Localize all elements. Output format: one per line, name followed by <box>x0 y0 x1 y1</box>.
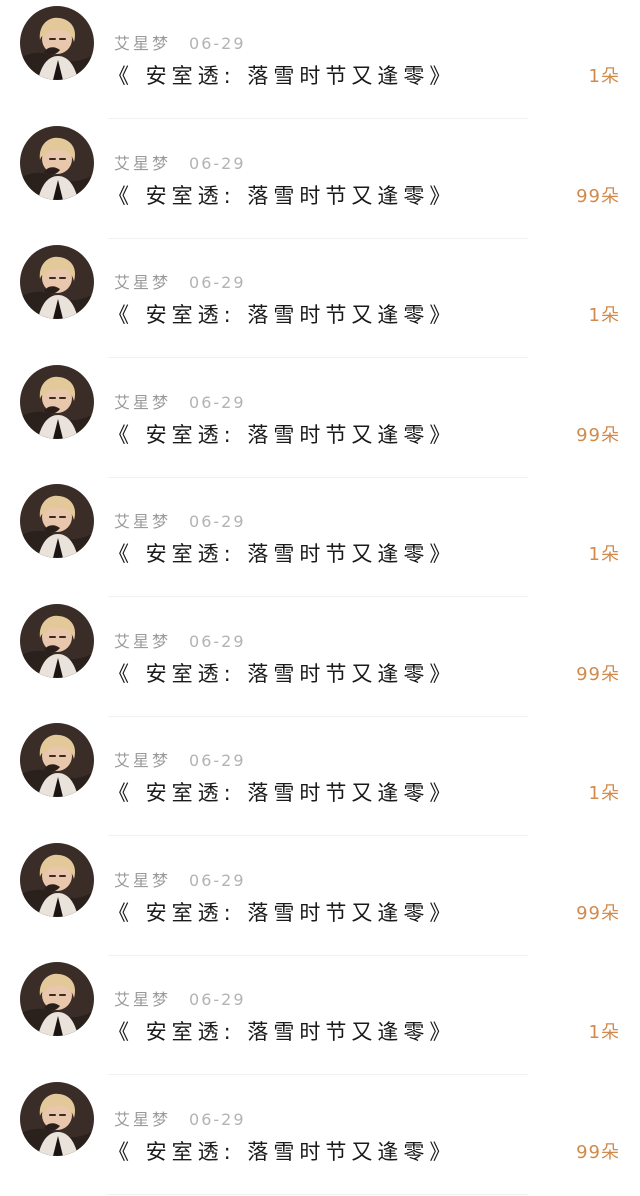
sender-name: 艾星梦 <box>114 751 172 770</box>
gift-amount: 99朵 <box>576 903 620 924</box>
book-title[interactable]: 《 安室透: 落雪时节又逢零》 <box>108 60 455 90</box>
record-date: 06-29 <box>189 34 246 53</box>
avatar[interactable] <box>20 365 94 439</box>
book-title[interactable]: 《 安室透: 落雪时节又逢零》 <box>108 180 455 210</box>
avatar[interactable] <box>20 126 94 200</box>
record-date: 06-29 <box>189 751 246 770</box>
book-title[interactable]: 《 安室透: 落雪时节又逢零》 <box>108 1016 455 1046</box>
gift-record-row[interactable]: 艾星梦 06-29 《 安室透: 落雪时节又逢零》 99朵 <box>0 1076 640 1196</box>
sender-name: 艾星梦 <box>114 871 172 890</box>
record-date: 06-29 <box>189 1110 246 1129</box>
sender-name: 艾星梦 <box>114 512 172 531</box>
gift-amount: 1朵 <box>588 783 620 804</box>
row-divider <box>108 596 528 597</box>
avatar[interactable] <box>20 1082 94 1156</box>
book-title[interactable]: 《 安室透: 落雪时节又逢零》 <box>108 1136 455 1166</box>
gift-amount: 99朵 <box>576 664 620 685</box>
gift-record-row[interactable]: 艾星梦 06-29 《 安室透: 落雪时节又逢零》 99朵 <box>0 120 640 240</box>
book-title[interactable]: 《 安室透: 落雪时节又逢零》 <box>108 897 455 927</box>
record-meta: 艾星梦 06-29 <box>114 986 246 1009</box>
row-divider <box>108 835 528 836</box>
gift-record-row[interactable]: 艾星梦 06-29 《 安室透: 落雪时节又逢零》 1朵 <box>0 956 640 1076</box>
avatar[interactable] <box>20 962 94 1036</box>
sender-name: 艾星梦 <box>114 34 172 53</box>
gift-record-row[interactable]: 艾星梦 06-29 《 安室透: 落雪时节又逢零》 1朵 <box>0 239 640 359</box>
record-date: 06-29 <box>189 512 246 531</box>
gift-record-row[interactable]: 艾星梦 06-29 《 安室透: 落雪时节又逢零》 99朵 <box>0 837 640 957</box>
avatar-illustration <box>20 604 94 678</box>
gift-record-row[interactable]: 艾星梦 06-29 《 安室透: 落雪时节又逢零》 99朵 <box>0 598 640 718</box>
avatar[interactable] <box>20 6 94 80</box>
sender-name: 艾星梦 <box>114 273 172 292</box>
sender-name: 艾星梦 <box>114 1110 172 1129</box>
record-date: 06-29 <box>189 154 246 173</box>
record-date: 06-29 <box>189 871 246 890</box>
sender-name: 艾星梦 <box>114 393 172 412</box>
avatar[interactable] <box>20 723 94 797</box>
record-meta: 艾星梦 06-29 <box>114 1106 246 1129</box>
book-title[interactable]: 《 安室透: 落雪时节又逢零》 <box>108 419 455 449</box>
avatar-illustration <box>20 365 94 439</box>
record-meta: 艾星梦 06-29 <box>114 150 246 173</box>
gift-amount: 99朵 <box>576 186 620 207</box>
avatar-illustration <box>20 484 94 558</box>
book-title[interactable]: 《 安室透: 落雪时节又逢零》 <box>108 658 455 688</box>
gift-amount: 1朵 <box>588 544 620 565</box>
sender-name: 艾星梦 <box>114 990 172 1009</box>
record-meta: 艾星梦 06-29 <box>114 628 246 651</box>
record-date: 06-29 <box>189 990 246 1009</box>
gift-amount: 1朵 <box>588 305 620 326</box>
avatar-illustration <box>20 6 94 80</box>
row-divider <box>108 118 528 119</box>
gift-record-row[interactable]: 艾星梦 06-29 《 安室透: 落雪时节又逢零》 1朵 <box>0 0 640 120</box>
avatar[interactable] <box>20 843 94 917</box>
gift-record-row[interactable]: 艾星梦 06-29 《 安室透: 落雪时节又逢零》 1朵 <box>0 478 640 598</box>
book-title[interactable]: 《 安室透: 落雪时节又逢零》 <box>108 777 455 807</box>
record-date: 06-29 <box>189 393 246 412</box>
avatar-illustration <box>20 723 94 797</box>
record-date: 06-29 <box>189 273 246 292</box>
row-divider <box>108 1074 528 1075</box>
avatar-illustration <box>20 1082 94 1156</box>
record-meta: 艾星梦 06-29 <box>114 389 246 412</box>
gift-record-list: 艾星梦 06-29 《 安室透: 落雪时节又逢零》 1朵 艾星梦 06-29 《 安… <box>0 0 640 1195</box>
gift-amount: 1朵 <box>588 66 620 87</box>
avatar-illustration <box>20 962 94 1036</box>
row-divider <box>108 357 528 358</box>
record-meta: 艾星梦 06-29 <box>114 747 246 770</box>
gift-record-row[interactable]: 艾星梦 06-29 《 安室透: 落雪时节又逢零》 99朵 <box>0 359 640 479</box>
record-meta: 艾星梦 06-29 <box>114 867 246 890</box>
book-title[interactable]: 《 安室透: 落雪时节又逢零》 <box>108 538 455 568</box>
record-meta: 艾星梦 06-29 <box>114 30 246 53</box>
avatar[interactable] <box>20 604 94 678</box>
record-meta: 艾星梦 06-29 <box>114 508 246 531</box>
record-date: 06-29 <box>189 632 246 651</box>
gift-amount: 99朵 <box>576 1142 620 1163</box>
book-title[interactable]: 《 安室透: 落雪时节又逢零》 <box>108 299 455 329</box>
avatar-illustration <box>20 126 94 200</box>
avatar[interactable] <box>20 484 94 558</box>
sender-name: 艾星梦 <box>114 632 172 651</box>
sender-name: 艾星梦 <box>114 154 172 173</box>
row-divider <box>108 1194 528 1195</box>
record-meta: 艾星梦 06-29 <box>114 269 246 292</box>
gift-record-row[interactable]: 艾星梦 06-29 《 安室透: 落雪时节又逢零》 1朵 <box>0 717 640 837</box>
gift-amount: 1朵 <box>588 1022 620 1043</box>
gift-amount: 99朵 <box>576 425 620 446</box>
avatar[interactable] <box>20 245 94 319</box>
avatar-illustration <box>20 245 94 319</box>
avatar-illustration <box>20 843 94 917</box>
